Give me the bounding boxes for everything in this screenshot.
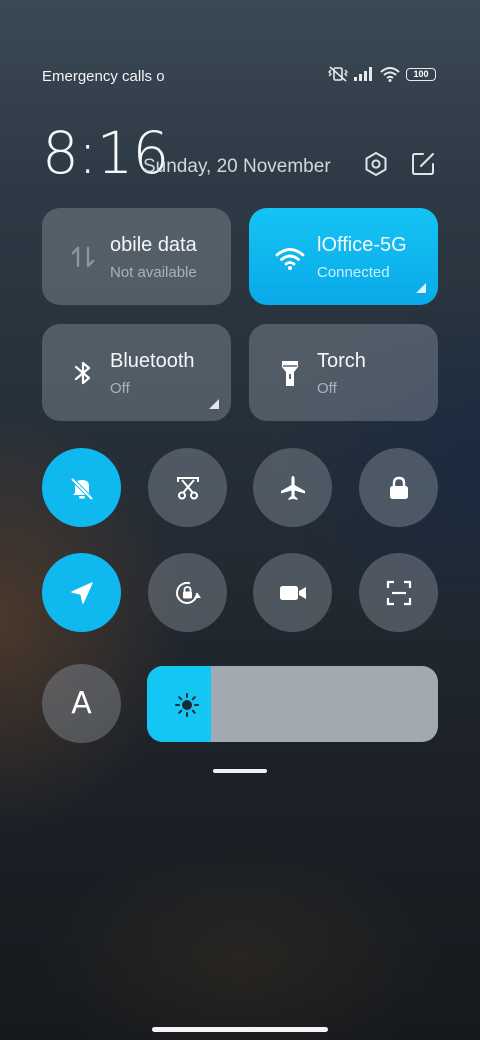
expand-corner-icon[interactable] — [416, 283, 426, 293]
mobile-data-status: Not available — [110, 264, 197, 281]
mobile-data-tile[interactable]: obile data Not available — [42, 208, 231, 305]
home-gesture-bar[interactable] — [152, 1027, 328, 1032]
torch-tile[interactable]: Torch Off — [249, 324, 438, 421]
rotation-lock-toggle[interactable] — [148, 553, 227, 632]
reading-mode-label: A — [71, 686, 92, 721]
settings-icon[interactable] — [363, 151, 389, 177]
screenshot-toggle[interactable] — [148, 448, 227, 527]
lock-toggle[interactable] — [359, 448, 438, 527]
lock-icon — [389, 476, 408, 499]
wifi-tile[interactable]: lOffice-5G Connected — [249, 208, 438, 305]
location-toggle[interactable] — [42, 553, 121, 632]
screen-recorder-toggle[interactable] — [253, 553, 332, 632]
bluetooth-title: Bluetooth — [110, 350, 195, 372]
control-center-handle[interactable] — [213, 769, 267, 773]
brightness-slider[interactable] — [147, 666, 438, 742]
date-label: Sunday, 20 November — [143, 156, 331, 177]
reading-mode-toggle[interactable]: A — [42, 664, 121, 743]
emergency-calls-text: Emergency calls o — [42, 68, 165, 85]
battery-icon: 100 — [406, 67, 436, 81]
expand-corner-icon[interactable] — [209, 399, 219, 409]
wifi-icon — [275, 248, 305, 270]
video-camera-icon — [279, 585, 306, 600]
silent-bell-icon — [70, 477, 93, 500]
rotation-lock-icon — [175, 581, 201, 604]
silent-toggle[interactable] — [42, 448, 121, 527]
airplane-toggle[interactable] — [253, 448, 332, 527]
scanner-toggle[interactable] — [359, 553, 438, 632]
bluetooth-status: Off — [110, 380, 130, 397]
wifi-network-name: lOffice-5G — [317, 234, 407, 256]
torch-title: Torch — [317, 350, 366, 372]
sun-icon — [175, 693, 199, 717]
status-icons: 100 — [328, 66, 436, 82]
mute-vibrate-icon — [328, 66, 348, 82]
mobile-data-icon — [71, 246, 95, 268]
mobile-data-title: obile data — [110, 234, 197, 256]
status-bar: Emergency calls o 100 — [42, 66, 436, 88]
screenshot-scissors-icon — [176, 476, 199, 499]
wifi-status: Connected — [317, 264, 390, 281]
wifi-status-icon — [380, 66, 400, 82]
location-icon — [70, 581, 93, 604]
edit-icon[interactable] — [410, 151, 436, 177]
signal-icon — [354, 67, 372, 81]
scan-icon — [386, 580, 411, 605]
torch-status: Off — [317, 380, 337, 397]
torch-icon — [282, 361, 298, 386]
airplane-icon — [280, 475, 305, 500]
bluetooth-tile[interactable]: Bluetooth Off — [42, 324, 231, 421]
bluetooth-icon — [74, 361, 91, 385]
